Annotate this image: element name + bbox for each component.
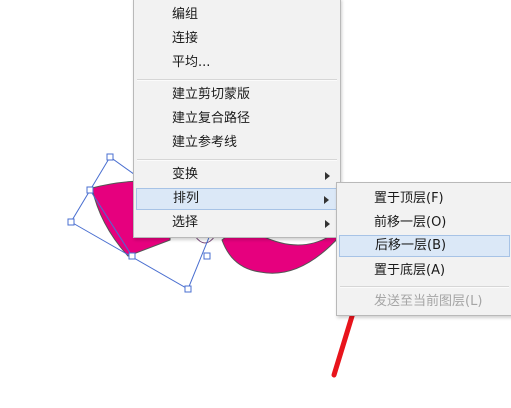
menu-item-label: 置于底层(A) <box>374 263 446 278</box>
menu-item-label: 平均... <box>172 55 211 70</box>
menu-item-label: 编组 <box>172 7 199 22</box>
arrange-submenu: 置于顶层(F) 前移一层(O) 后移一层(B) 置于底层(A) 发送至当前图层(… <box>336 182 511 316</box>
menu-item-average[interactable]: 平均... <box>136 52 338 74</box>
submenu-item-send-to-current-layer: 发送至当前图层(L) <box>339 291 510 313</box>
menu-item-transform[interactable]: 变换 <box>136 164 338 186</box>
menu-item-label: 建立复合路径 <box>172 111 251 126</box>
menu-item-label: 连接 <box>172 31 199 46</box>
submenu-arrow-icon <box>324 196 329 204</box>
submenu-arrow-icon <box>325 220 330 228</box>
menu-item-label: 置于顶层(F) <box>374 191 444 206</box>
menu-separator <box>340 286 509 288</box>
context-menu: 编组 连接 平均... 建立剪切蒙版 建立复合路径 建立参考线 变换 排列 选择 <box>133 0 341 238</box>
menu-separator <box>137 159 337 161</box>
submenu-item-send-backward[interactable]: 后移一层(B) <box>339 235 510 257</box>
menu-item-label: 发送至当前图层(L) <box>374 294 483 309</box>
menu-item-label: 排列 <box>173 191 200 206</box>
submenu-arrow-icon <box>325 172 330 180</box>
menu-item-label: 后移一层(B) <box>375 238 447 253</box>
menu-item-make-clipping-mask[interactable]: 建立剪切蒙版 <box>136 84 338 106</box>
menu-item-join[interactable]: 连接 <box>136 28 338 50</box>
menu-item-label: 建立剪切蒙版 <box>172 87 251 102</box>
submenu-item-send-to-back[interactable]: 置于底层(A) <box>339 260 510 282</box>
menu-item-label: 建立参考线 <box>172 135 238 150</box>
submenu-item-bring-to-front[interactable]: 置于顶层(F) <box>339 188 510 210</box>
menu-item-select[interactable]: 选择 <box>136 212 338 234</box>
submenu-item-bring-forward[interactable]: 前移一层(O) <box>339 212 510 234</box>
menu-item-label: 前移一层(O) <box>374 215 447 230</box>
menu-item-make-compound-path[interactable]: 建立复合路径 <box>136 108 338 130</box>
menu-separator <box>137 79 337 81</box>
menu-item-group[interactable]: 编组 <box>136 4 338 26</box>
menu-item-label: 选择 <box>172 215 199 230</box>
menu-item-arrange[interactable]: 排列 <box>136 188 338 210</box>
menu-item-label: 变换 <box>172 167 199 182</box>
menu-item-make-guides[interactable]: 建立参考线 <box>136 132 338 154</box>
